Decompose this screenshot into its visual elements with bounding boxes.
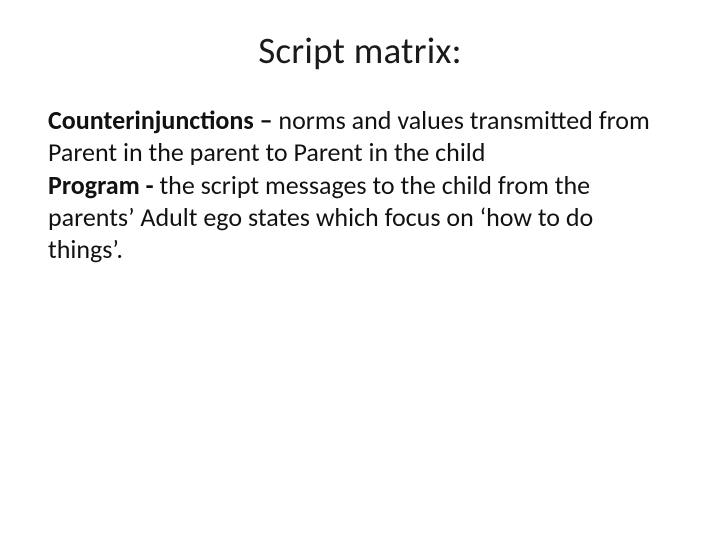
- term-label: Program -: [48, 169, 159, 201]
- slide-body: Counterinjunctions – norms and values tr…: [48, 105, 672, 266]
- definition-item: Program - the script messages to the chi…: [48, 170, 672, 265]
- definition-item: Counterinjunctions – norms and values tr…: [48, 105, 672, 168]
- term-label: Counterinjunctions –: [48, 104, 278, 136]
- slide-title: Script matrix:: [48, 28, 672, 73]
